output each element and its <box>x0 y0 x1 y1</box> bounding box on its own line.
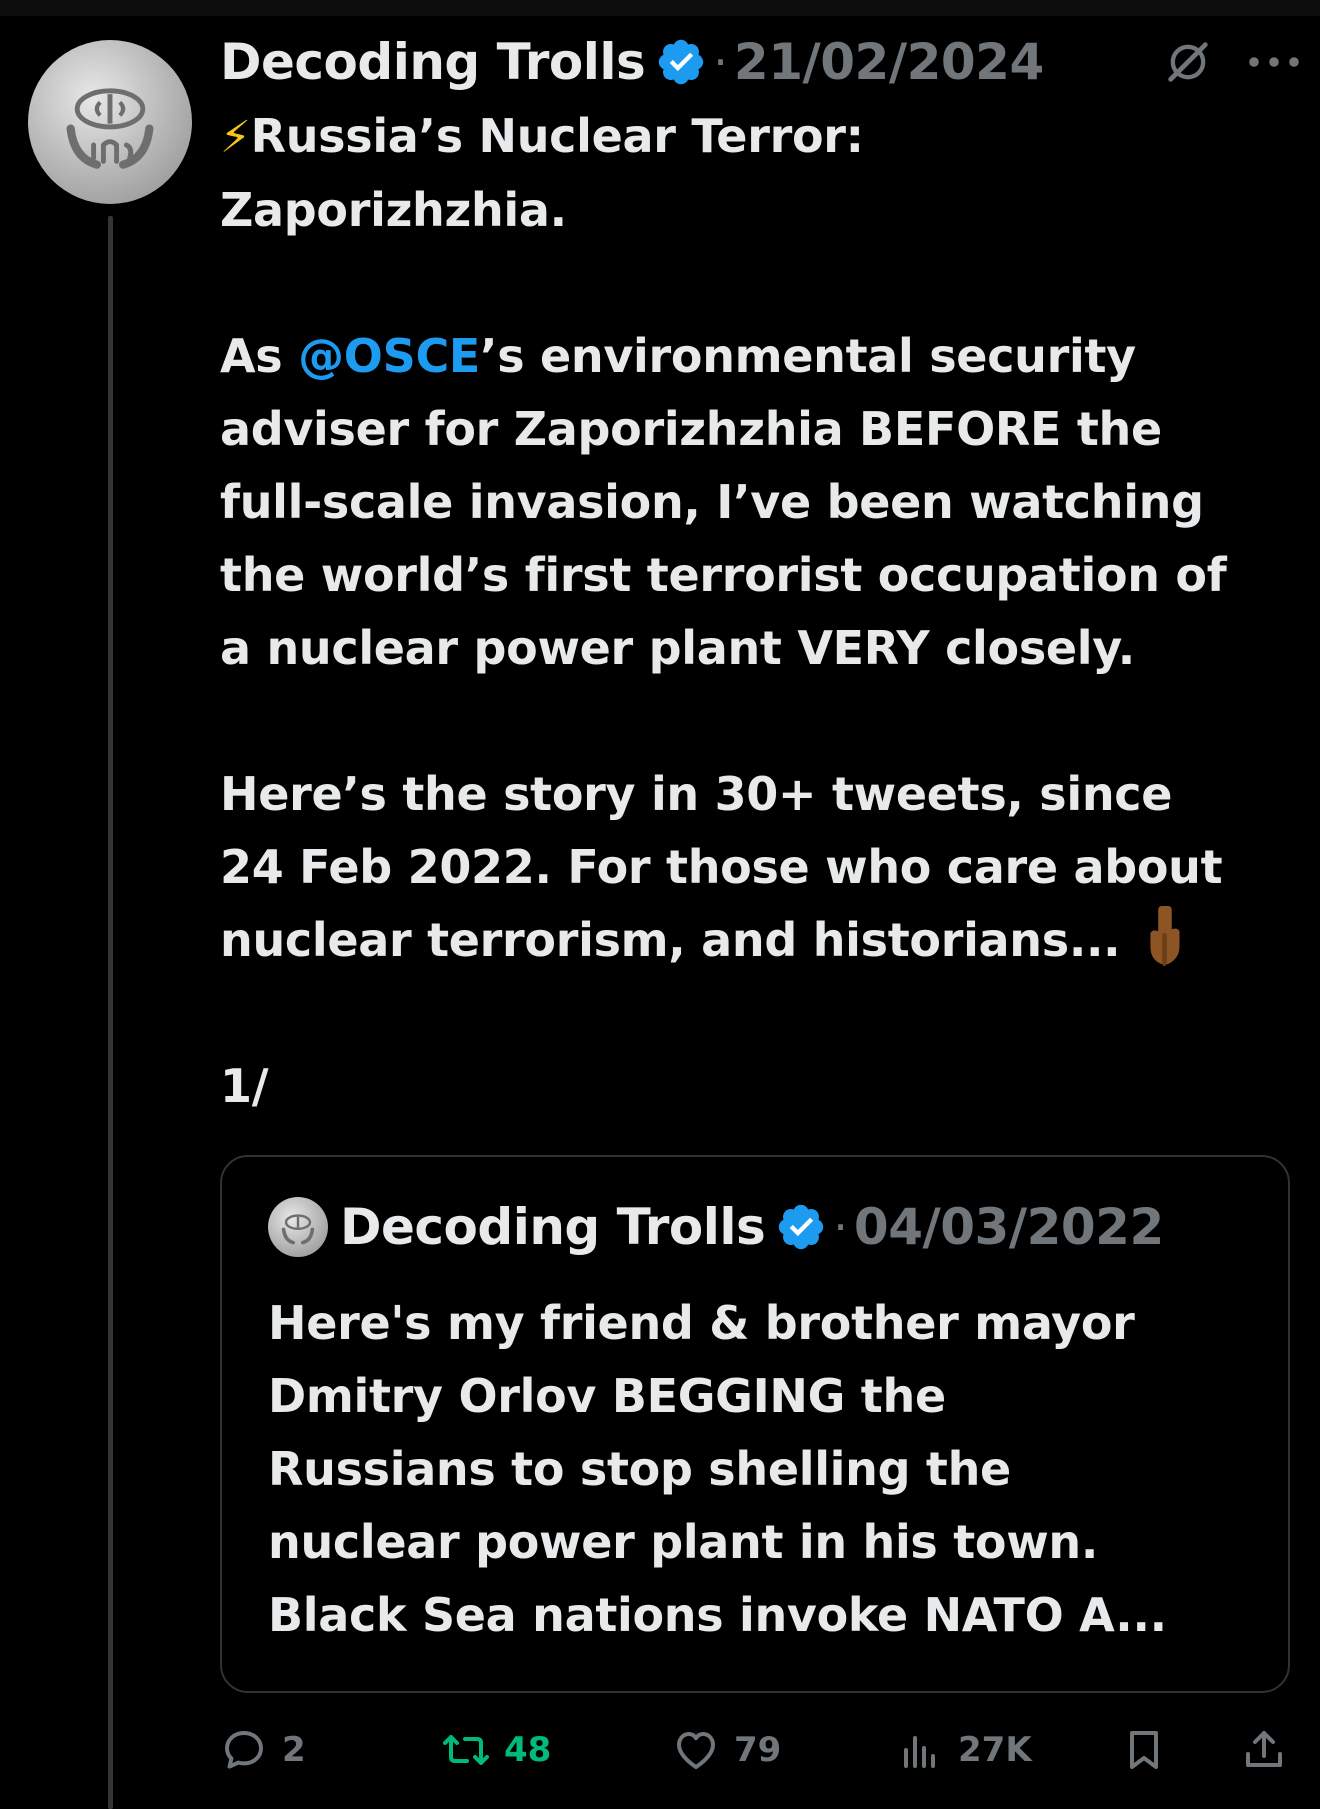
bookmark-icon <box>1130 1731 1158 1769</box>
thread-marker: 1/ <box>220 1059 269 1113</box>
pointing-down-emoji <box>1144 906 1184 968</box>
quoted-tweet-header: Decoding Trolls · 04/03/2022 <box>268 1197 1164 1257</box>
like-button[interactable]: 79 <box>672 1720 781 1780</box>
views-button[interactable]: 27K <box>896 1720 1032 1780</box>
quoted-verified-badge-icon <box>775 1201 827 1253</box>
tweet-text: ⚡Russia’s Nuclear Terror: Zaporizhzhia. … <box>220 100 1310 1123</box>
quoted-tweet-date: 04/03/2022 <box>853 1198 1164 1256</box>
views-icon <box>904 1736 935 1768</box>
tweet-line-1: Russia’s Nuclear Terror: <box>250 109 864 163</box>
mention-link[interactable]: @OSCE <box>298 329 480 383</box>
quoted-separator-dot: · <box>833 1200 848 1254</box>
retweet-count: 48 <box>504 1730 552 1770</box>
quoted-tweet-text: Here's my friend & brother mayor Dmitry … <box>268 1296 1167 1642</box>
avatar-emblem-icon <box>66 88 154 169</box>
share-icon <box>1246 1731 1282 1767</box>
retweet-icon <box>443 1735 489 1765</box>
thread-line <box>108 216 113 1809</box>
tweet-line-2: Zaporizhzhia. <box>220 183 567 237</box>
verified-badge-icon[interactable] <box>655 36 707 88</box>
reply-icon <box>225 1731 263 1769</box>
tweet-header: Decoding Trolls · 21/02/2024 <box>220 28 1044 96</box>
heart-icon <box>677 1732 715 1769</box>
retweet-button[interactable]: 48 <box>442 1720 551 1780</box>
grok-icon[interactable] <box>1162 36 1214 88</box>
bookmark-button[interactable] <box>1120 1720 1168 1780</box>
quoted-tweet-card[interactable]: Decoding Trolls · 04/03/2022 Here's my f… <box>220 1155 1290 1693</box>
views-count: 27K <box>958 1730 1032 1770</box>
separator-dot: · <box>713 35 728 89</box>
share-button[interactable] <box>1240 1720 1288 1780</box>
tweet-actions: 2 48 79 27K <box>220 1720 1310 1780</box>
top-separator <box>0 0 1320 16</box>
para3: Here’s the story in 30+ tweets, since 24… <box>220 767 1223 967</box>
reply-button[interactable]: 2 <box>220 1720 306 1780</box>
para2-prefix: As <box>220 329 299 383</box>
author-avatar[interactable] <box>28 40 192 204</box>
author-name[interactable]: Decoding Trolls <box>220 33 646 91</box>
like-count: 79 <box>734 1730 782 1770</box>
more-icon[interactable] <box>1246 52 1302 72</box>
tweet-date[interactable]: 21/02/2024 <box>734 33 1044 91</box>
quoted-author-name: Decoding Trolls <box>340 1198 766 1256</box>
lightning-emoji: ⚡ <box>220 112 251 163</box>
reply-count: 2 <box>282 1730 306 1770</box>
quoted-author-avatar <box>268 1197 328 1257</box>
